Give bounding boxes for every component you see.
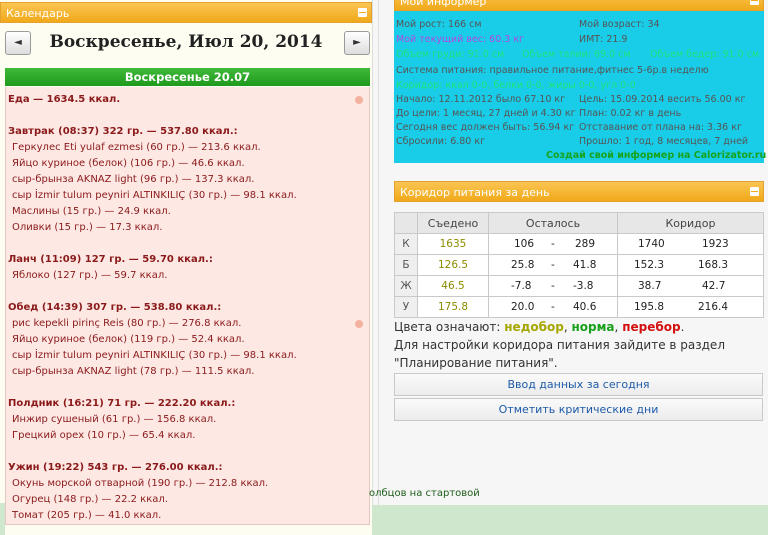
start-text: Начало: 12.11.2012 было 67.10 кг <box>396 94 566 105</box>
minimize-icon[interactable] <box>750 187 759 196</box>
legend-label: Цвета означают: <box>394 320 501 334</box>
corridor-cell: 38.7 42.7 <box>617 275 764 297</box>
lost-text: Сбросили: 6.80 кг <box>396 136 486 147</box>
to-goal-text: До цели: 1 месяц, 27 дней и 4.30 кг <box>396 108 576 119</box>
informer-body[interactable]: Мой рост: 166 см Мой возраст: 34 Мой тек… <box>394 11 766 163</box>
informer-panel-header: Мой информер <box>394 0 764 11</box>
setup-text: Для настройки коридора питания зайдите в… <box>394 338 725 352</box>
col-remaining: Осталось <box>488 212 618 234</box>
passed-text: Прошло: 1 год, 8 месяцев, 7 дней <box>579 136 749 147</box>
eaten-value: 126.5 <box>417 254 489 276</box>
food-item[interactable]: рис kepekli pirinç Reis (80 гр.) — 276.8… <box>12 318 241 329</box>
corridor-cell: 152.3 168.3 <box>617 254 764 276</box>
food-item[interactable]: Окунь морской отварной (190 гр.) — 212.8… <box>12 478 268 489</box>
eaten-value: 46.5 <box>417 275 489 297</box>
footer-strip <box>372 505 768 535</box>
input-data-today-button[interactable]: Ввод данных за сегодня <box>394 373 763 396</box>
color-legend: Цвета означают: недобор, норма, перебор. <box>394 320 685 334</box>
food-item[interactable]: Геркулес Eti yulaf ezmesi (60 гр.) — 213… <box>12 142 261 153</box>
diet-system-text: Система питания: правильное питание,фитн… <box>396 65 709 76</box>
next-day-button[interactable]: ► <box>344 31 370 55</box>
eaten-value: 175.8 <box>417 296 489 318</box>
meal-header-dinner[interactable]: Обед (14:39) 307 гр. — 538.80 ккал.: <box>8 302 221 313</box>
plan-text: План: 0.02 кг в день <box>579 108 682 119</box>
informer-title: Мой информер <box>400 0 487 8</box>
food-item[interactable]: сыр İzmir tulum peyniri ALTINKILIÇ (30 г… <box>12 350 297 361</box>
meal-header-supper[interactable]: Ужин (19:22) 543 гр. — 276.00 ккал.: <box>8 462 223 473</box>
chest-text: Объем груди: 91.0 см <box>396 49 505 60</box>
food-item[interactable]: Маслины (15 гр.) — 24.9 ккал. <box>12 206 171 217</box>
eaten-value: 1635 <box>417 233 489 255</box>
col-corridor: Коридор <box>617 212 764 234</box>
weight-text: Мой текущий вес: 60.3 кг <box>396 34 525 45</box>
food-item[interactable]: Яблоко (127 гр.) — 59.7 ккал. <box>12 270 167 281</box>
waist-text: Объем талии: 69.0 см <box>522 49 631 60</box>
meal-header-breakfast[interactable]: Завтрак (08:37) 322 гр. — 537.80 ккал.: <box>8 126 238 137</box>
meal-header-snack[interactable]: Полдник (16:21) 71 гр. — 222.20 ккал.: <box>8 398 235 409</box>
expand-dot-icon[interactable] <box>355 96 363 104</box>
food-item[interactable]: сыр İzmir tulum peyniri ALTINKILIÇ (30 г… <box>12 190 297 201</box>
food-item[interactable]: Инжир сушеный (61 гр.) — 156.8 ккал. <box>12 414 216 425</box>
height-text: Мой рост: 166 см <box>396 19 482 30</box>
col-eaten: Съедено <box>417 212 489 234</box>
food-item[interactable]: сыр-брынза AKNAZ light (78 гр.) — 111.5 … <box>12 366 254 377</box>
corridor-cell: 195.8 216.4 <box>617 296 764 318</box>
legend-norm: норма <box>571 320 615 334</box>
calendar-title: Календарь <box>6 7 70 20</box>
column-divider <box>378 0 379 505</box>
age-text: Мой возраст: 34 <box>579 19 660 30</box>
day-header: Воскресенье 20.07 <box>5 68 370 86</box>
meal-summary: Еда — 1634.5 ккал. <box>8 94 121 105</box>
table-row: К 1635 106-289 1740 1923 <box>394 233 764 255</box>
corridor-text: Коридор: ккал 0-0, белки 0-0, жиры 0-0, … <box>396 80 636 91</box>
footer-text[interactable]: олбцов на стартовой <box>369 488 480 499</box>
row-label: К <box>394 233 418 255</box>
row-label: Б <box>394 254 418 276</box>
remaining-cell: 106-289 <box>488 233 618 255</box>
create-informer-link[interactable]: Создай свой информер на Calorizator.ru <box>546 150 766 161</box>
bmi-text: ИМТ: 21.9 <box>579 34 628 45</box>
table-row: Ж 46.5 -7.8- -3.8 38.7 42.7 <box>394 275 764 297</box>
row-label: Ж <box>394 275 418 297</box>
setup-text[interactable]: "Планирование питания". <box>394 356 558 370</box>
legend-under: недобор <box>504 320 564 334</box>
food-item[interactable]: Оливки (15 гр.) — 17.3 ккал. <box>12 222 162 233</box>
footer-strip <box>0 503 5 535</box>
minimize-icon[interactable] <box>750 0 759 5</box>
corridor-title: Коридор питания за день <box>400 186 550 199</box>
expand-dot-icon[interactable] <box>355 320 363 328</box>
calendar-column: Календарь ◄ Воскресенье, Июл 20, 2014 ► … <box>0 0 373 535</box>
remaining-cell: -7.8- -3.8 <box>488 275 618 297</box>
goal-text: Цель: 15.09.2014 весить 56.00 кг <box>579 94 746 105</box>
food-item[interactable]: сыр-брынза AKNAZ light (96 гр.) — 137.3 … <box>12 174 254 185</box>
meal-header-lunch[interactable]: Ланч (11:09) 127 гр. — 59.70 ккал.: <box>8 254 213 265</box>
corridor-cell: 1740 1923 <box>617 233 764 255</box>
remaining-cell: 20.0-40.6 <box>488 296 618 318</box>
food-item[interactable]: Огурец (148 гр.) — 22.2 ккал. <box>12 494 168 505</box>
target-weight-text: Сегодня вес должен быть: 56.94 кг <box>396 122 575 133</box>
informer-panel: Мой информер Мой рост: 166 см Мой возрас… <box>394 0 766 166</box>
food-item[interactable]: Яйцо куриное (белок) (106 гр.) — 46.6 кк… <box>12 158 245 169</box>
date-title: Воскресенье, Июл 20, 2014 <box>49 32 323 52</box>
corner-cell <box>394 212 418 234</box>
lag-text: Отставание от плана на: 3.36 кг <box>579 122 742 133</box>
corridor-panel-header: Коридор питания за день <box>394 181 764 202</box>
legend-over: перебор <box>622 320 681 334</box>
row-label: У <box>394 296 418 318</box>
table-row: У 175.8 20.0-40.6 195.8 216.4 <box>394 296 764 318</box>
calendar-panel-header: Календарь <box>0 2 372 23</box>
food-item[interactable]: Томат (205 гр.) — 41.0 ккал. <box>12 510 161 521</box>
table-row: Б 126.5 25.8-41.8 152.3 168.3 <box>394 254 764 276</box>
hips-text: Объем бедер: 91.0 см <box>650 49 760 60</box>
minimize-icon[interactable] <box>358 8 367 17</box>
remaining-cell: 25.8-41.8 <box>488 254 618 276</box>
food-item[interactable]: Грецкий орех (10 гр.) — 65.4 ккал. <box>12 430 195 441</box>
corridor-table: Съедено Осталось Коридор К 1635 106-289 … <box>394 212 764 318</box>
mark-critical-days-button[interactable]: Отметить критические дни <box>394 398 763 421</box>
meals-list: Еда — 1634.5 ккал. Завтрак (08:37) 322 г… <box>5 87 370 525</box>
food-item[interactable]: Яйцо куриное (белок) (119 гр.) — 52.4 кк… <box>12 334 245 345</box>
